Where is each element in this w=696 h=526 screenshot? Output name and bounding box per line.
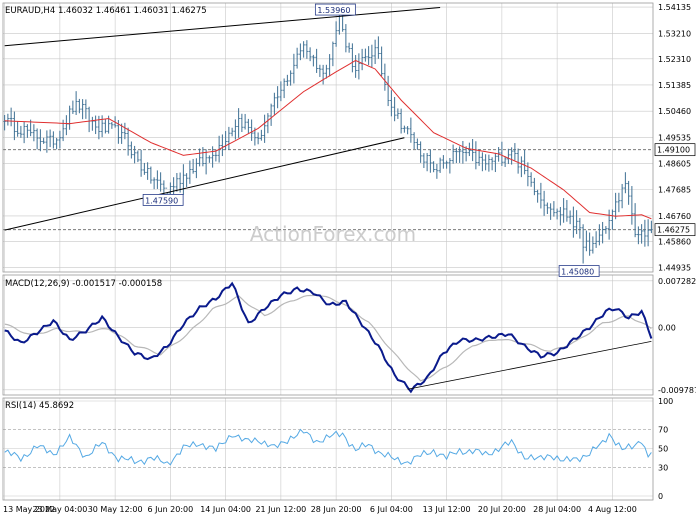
- rsi-tick-label: 50: [658, 445, 668, 454]
- x-tick-label: 14 Jun 04:00: [200, 505, 251, 514]
- level-label: 1.49100: [657, 146, 690, 155]
- price-tick-label: 1.47685: [658, 186, 691, 195]
- panel-frames: [2, 2, 654, 501]
- x-tick-label: 30 May 12:00: [88, 505, 143, 514]
- x-tick-label: 4 Aug 12:00: [588, 505, 637, 514]
- rsi-title: RSI(14) 45.8692: [5, 401, 74, 411]
- macd-tick-label: 0.007282: [658, 277, 696, 286]
- price-tick-label: 1.50460: [658, 107, 691, 116]
- price-tick-label: 1.45860: [658, 237, 691, 246]
- chart-root: ActionForex.com 13 May 2022 23 May 04:00 3…: [0, 0, 696, 522]
- rsi-tick-label: 70: [658, 426, 668, 435]
- macd-tick-label: -0.009787: [658, 386, 696, 395]
- macd-title: MACD(12,26,9) -0.001517 -0.000158: [5, 279, 162, 289]
- x-tick-label: 23 May 04:00: [32, 505, 87, 514]
- price-title: EURAUD,H4 1.46032 1.46461 1.46031 1.4627…: [5, 6, 207, 16]
- moving-average-line: [4, 59, 652, 220]
- price-tick-label: 1.52310: [658, 55, 691, 64]
- x-tick-label: 6 Jun 20:00: [148, 505, 194, 514]
- price-tick-label: 1.44935: [658, 264, 691, 273]
- watermark: ActionForex.com: [250, 222, 416, 246]
- rsi-tick-label: 0: [658, 492, 663, 501]
- price-tick-label: 1.48605: [658, 160, 691, 169]
- x-tick-label: 20 Jul 20:00: [478, 505, 526, 514]
- price-tick-label: 1.49535: [658, 133, 691, 142]
- price-tick-label: 1.46760: [658, 212, 691, 221]
- annotation-label: 1.47590: [145, 196, 178, 205]
- price-tick-label: 1.54135: [658, 3, 691, 12]
- panel-frame: [2, 397, 654, 501]
- annotation-label: 1.53960: [317, 6, 350, 15]
- panel-frame: [2, 274, 654, 396]
- rsi-line: [4, 428, 652, 466]
- rsi-tick-label: 30: [658, 464, 668, 473]
- indicator-lines: [4, 281, 653, 466]
- price-trendline: [4, 137, 405, 231]
- chart-svg: ActionForex.com 13 May 202223 May 04:00 3…: [2, 2, 696, 514]
- level-label: 1.46275: [657, 226, 690, 235]
- rsi-tick-label: 100: [658, 397, 673, 406]
- axis-labels: 13 May 202223 May 04:00 30 May 12:00 6 Jun…: [3, 3, 696, 514]
- grid-layer: [3, 3, 653, 500]
- price-tick-label: 1.53210: [658, 29, 691, 38]
- price-tick-label: 1.51385: [658, 81, 691, 90]
- x-tick-label: 28 Jun 20:00: [311, 505, 362, 514]
- macd-line: [4, 281, 653, 394]
- macd-signal-line: [4, 294, 652, 382]
- x-tick-label: 28 Jul 04:00: [533, 505, 581, 514]
- macd-trendline: [407, 340, 652, 390]
- x-tick-label: 6 Jul 04:00: [370, 505, 413, 514]
- macd-tick-label: 0.00: [658, 323, 676, 332]
- x-tick-label: 21 Jun 12:00: [255, 505, 306, 514]
- x-tick-label: 13 Jul 12:00: [423, 505, 471, 514]
- annotation-label: 1.45080: [561, 268, 594, 277]
